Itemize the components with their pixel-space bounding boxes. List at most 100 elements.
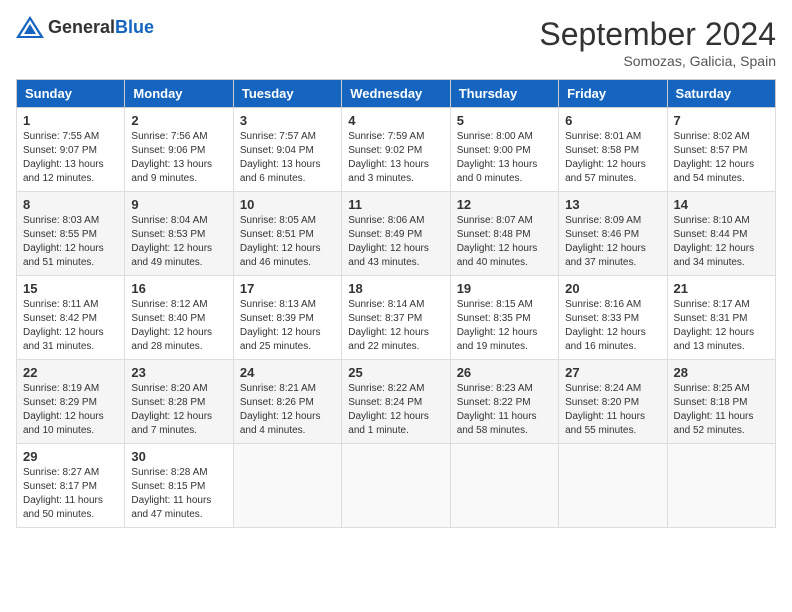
day-info: Sunrise: 8:15 AM Sunset: 8:35 PM Dayligh… [457,298,552,354]
calendar-cell [342,444,450,528]
weekday-header-monday: Monday [125,80,233,108]
day-number: 24 [240,365,335,380]
sunset-label: Sunset: 8:31 PM [674,313,748,324]
weekday-header-thursday: Thursday [450,80,558,108]
calendar-cell: 16 Sunrise: 8:12 AM Sunset: 8:40 PM Dayl… [125,276,233,360]
day-info: Sunrise: 8:09 AM Sunset: 8:46 PM Dayligh… [565,214,660,270]
day-info: Sunrise: 8:23 AM Sunset: 8:22 PM Dayligh… [457,382,552,438]
logo: GeneralBlue [16,16,154,38]
day-info: Sunrise: 8:20 AM Sunset: 8:28 PM Dayligh… [131,382,226,438]
day-number: 30 [131,449,226,464]
sunset-label: Sunset: 8:29 PM [23,397,97,408]
day-info: Sunrise: 8:13 AM Sunset: 8:39 PM Dayligh… [240,298,335,354]
month-title: September 2024 [539,16,776,53]
sunset-label: Sunset: 8:35 PM [457,313,531,324]
sunset-label: Sunset: 8:51 PM [240,229,314,240]
sunset-label: Sunset: 8:17 PM [23,481,97,492]
weekday-header-tuesday: Tuesday [233,80,341,108]
sunset-label: Sunset: 8:22 PM [457,397,531,408]
day-number: 25 [348,365,443,380]
daylight-label: Daylight: 13 hours and 12 minutes. [23,159,104,184]
daylight-label: Daylight: 12 hours and 10 minutes. [23,411,104,436]
daylight-label: Daylight: 12 hours and 7 minutes. [131,411,212,436]
sunset-label: Sunset: 8:33 PM [565,313,639,324]
day-number: 2 [131,113,226,128]
daylight-label: Daylight: 12 hours and 49 minutes. [131,243,212,268]
daylight-label: Daylight: 12 hours and 34 minutes. [674,243,755,268]
day-number: 19 [457,281,552,296]
day-info: Sunrise: 8:12 AM Sunset: 8:40 PM Dayligh… [131,298,226,354]
sunrise-label: Sunrise: 8:09 AM [565,215,641,226]
daylight-label: Daylight: 13 hours and 3 minutes. [348,159,429,184]
calendar-cell: 12 Sunrise: 8:07 AM Sunset: 8:48 PM Dayl… [450,192,558,276]
calendar-cell: 18 Sunrise: 8:14 AM Sunset: 8:37 PM Dayl… [342,276,450,360]
sunset-label: Sunset: 9:02 PM [348,145,422,156]
daylight-label: Daylight: 12 hours and 57 minutes. [565,159,646,184]
sunrise-label: Sunrise: 8:01 AM [565,131,641,142]
daylight-label: Daylight: 12 hours and 31 minutes. [23,327,104,352]
calendar-cell: 9 Sunrise: 8:04 AM Sunset: 8:53 PM Dayli… [125,192,233,276]
day-number: 11 [348,197,443,212]
daylight-label: Daylight: 13 hours and 9 minutes. [131,159,212,184]
day-info: Sunrise: 8:05 AM Sunset: 8:51 PM Dayligh… [240,214,335,270]
day-info: Sunrise: 8:28 AM Sunset: 8:15 PM Dayligh… [131,466,226,522]
sunrise-label: Sunrise: 8:28 AM [131,467,207,478]
calendar-cell: 8 Sunrise: 8:03 AM Sunset: 8:55 PM Dayli… [17,192,125,276]
daylight-label: Daylight: 12 hours and 1 minute. [348,411,429,436]
day-number: 18 [348,281,443,296]
day-number: 22 [23,365,118,380]
sunrise-label: Sunrise: 8:22 AM [348,383,424,394]
daylight-label: Daylight: 12 hours and 54 minutes. [674,159,755,184]
sunrise-label: Sunrise: 8:06 AM [348,215,424,226]
sunrise-label: Sunrise: 8:16 AM [565,299,641,310]
day-info: Sunrise: 8:07 AM Sunset: 8:48 PM Dayligh… [457,214,552,270]
day-info: Sunrise: 8:01 AM Sunset: 8:58 PM Dayligh… [565,130,660,186]
calendar-cell: 4 Sunrise: 7:59 AM Sunset: 9:02 PM Dayli… [342,108,450,192]
sunrise-label: Sunrise: 8:15 AM [457,299,533,310]
daylight-label: Daylight: 13 hours and 0 minutes. [457,159,538,184]
sunset-label: Sunset: 9:00 PM [457,145,531,156]
sunset-label: Sunset: 8:24 PM [348,397,422,408]
day-info: Sunrise: 8:00 AM Sunset: 9:00 PM Dayligh… [457,130,552,186]
sunset-label: Sunset: 8:42 PM [23,313,97,324]
calendar-cell: 22 Sunrise: 8:19 AM Sunset: 8:29 PM Dayl… [17,360,125,444]
day-number: 10 [240,197,335,212]
daylight-label: Daylight: 12 hours and 22 minutes. [348,327,429,352]
sunset-label: Sunset: 8:20 PM [565,397,639,408]
day-info: Sunrise: 8:22 AM Sunset: 8:24 PM Dayligh… [348,382,443,438]
calendar-cell: 2 Sunrise: 7:56 AM Sunset: 9:06 PM Dayli… [125,108,233,192]
calendar-cell [233,444,341,528]
sunset-label: Sunset: 9:04 PM [240,145,314,156]
day-number: 12 [457,197,552,212]
calendar-cell [667,444,775,528]
day-number: 14 [674,197,769,212]
sunrise-label: Sunrise: 8:20 AM [131,383,207,394]
day-number: 3 [240,113,335,128]
day-info: Sunrise: 8:03 AM Sunset: 8:55 PM Dayligh… [23,214,118,270]
location-title: Somozas, Galicia, Spain [539,53,776,69]
day-number: 29 [23,449,118,464]
daylight-label: Daylight: 12 hours and 43 minutes. [348,243,429,268]
sunrise-label: Sunrise: 8:17 AM [674,299,750,310]
sunset-label: Sunset: 8:37 PM [348,313,422,324]
sunset-label: Sunset: 8:53 PM [131,229,205,240]
calendar-cell: 17 Sunrise: 8:13 AM Sunset: 8:39 PM Dayl… [233,276,341,360]
sunrise-label: Sunrise: 8:27 AM [23,467,99,478]
sunrise-label: Sunrise: 8:24 AM [565,383,641,394]
sunrise-label: Sunrise: 8:03 AM [23,215,99,226]
day-number: 26 [457,365,552,380]
sunrise-label: Sunrise: 8:14 AM [348,299,424,310]
calendar-cell: 28 Sunrise: 8:25 AM Sunset: 8:18 PM Dayl… [667,360,775,444]
sunset-label: Sunset: 8:46 PM [565,229,639,240]
sunset-label: Sunset: 8:40 PM [131,313,205,324]
page-header: GeneralBlue September 2024 Somozas, Gali… [16,16,776,69]
daylight-label: Daylight: 12 hours and 19 minutes. [457,327,538,352]
calendar-cell: 29 Sunrise: 8:27 AM Sunset: 8:17 PM Dayl… [17,444,125,528]
sunrise-label: Sunrise: 8:12 AM [131,299,207,310]
sunrise-label: Sunrise: 8:21 AM [240,383,316,394]
daylight-label: Daylight: 12 hours and 16 minutes. [565,327,646,352]
sunrise-label: Sunrise: 8:19 AM [23,383,99,394]
day-number: 4 [348,113,443,128]
calendar-header: SundayMondayTuesdayWednesdayThursdayFrid… [17,80,776,108]
weekday-header-row: SundayMondayTuesdayWednesdayThursdayFrid… [17,80,776,108]
